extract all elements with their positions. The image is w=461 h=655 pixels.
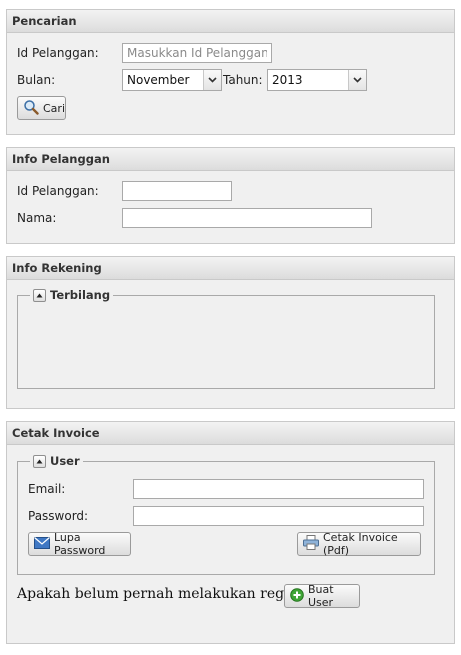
print-invoice-label: Cetak Invoice (Pdf)	[323, 531, 398, 557]
user-legend-label: User	[50, 454, 80, 468]
year-select-value: 2013	[272, 73, 303, 87]
search-panel-title: Pencarian	[7, 10, 454, 33]
customer-name-label: Nama:	[17, 211, 57, 225]
customer-name-field[interactable]	[122, 208, 372, 228]
user-fieldset: User Email: Password: Lupa Password Ceta…	[17, 454, 435, 575]
search-id-label: Id Pelanggan:	[17, 46, 99, 60]
account-info-panel: Info Rekening Terbilang	[6, 256, 455, 409]
create-user-label: Buat User	[308, 583, 334, 609]
month-select-value: November	[127, 73, 190, 87]
email-label: Email:	[28, 482, 66, 496]
collapse-toggle-icon[interactable]	[33, 288, 46, 302]
customer-info-panel: Info Pelanggan Id Pelanggan: Nama:	[6, 147, 455, 244]
magnifier-icon	[23, 99, 39, 118]
search-panel: Pencarian Id Pelanggan: Bulan: November …	[6, 9, 455, 135]
month-select[interactable]: November	[122, 69, 222, 91]
add-icon	[290, 587, 304, 605]
forgot-password-label: Lupa Password	[54, 531, 106, 557]
month-label: Bulan:	[17, 73, 56, 87]
customer-id-label: Id Pelanggan:	[17, 184, 99, 198]
email-field[interactable]	[133, 479, 424, 499]
invoice-panel: Cetak Invoice User Email: Password: Lupa…	[6, 421, 455, 644]
terbilang-legend-label: Terbilang	[50, 288, 111, 302]
customer-info-title: Info Pelanggan	[7, 148, 454, 171]
print-invoice-button[interactable]: Cetak Invoice (Pdf)	[297, 531, 421, 557]
customer-id-field[interactable]	[122, 181, 232, 201]
search-button[interactable]: Cari	[17, 96, 66, 120]
chevron-down-icon[interactable]	[348, 70, 366, 90]
year-label: Tahun:	[223, 73, 263, 87]
chevron-down-icon[interactable]	[203, 70, 221, 90]
collapse-toggle-icon[interactable]	[33, 454, 46, 468]
forgot-password-button[interactable]: Lupa Password	[28, 531, 131, 557]
invoice-panel-title: Cetak Invoice	[7, 422, 454, 445]
create-user-button[interactable]: Buat User	[284, 583, 360, 609]
search-button-label: Cari	[43, 101, 65, 115]
terbilang-legend: Terbilang	[30, 288, 114, 302]
password-field[interactable]	[133, 506, 424, 526]
terbilang-fieldset: Terbilang	[17, 288, 435, 389]
account-info-title: Info Rekening	[7, 257, 454, 280]
search-id-input[interactable]	[122, 43, 272, 63]
envelope-icon	[34, 536, 50, 552]
user-legend: User	[30, 454, 83, 468]
year-select[interactable]: 2013	[267, 69, 367, 91]
printer-icon	[303, 535, 319, 553]
password-label: Password:	[28, 509, 89, 523]
